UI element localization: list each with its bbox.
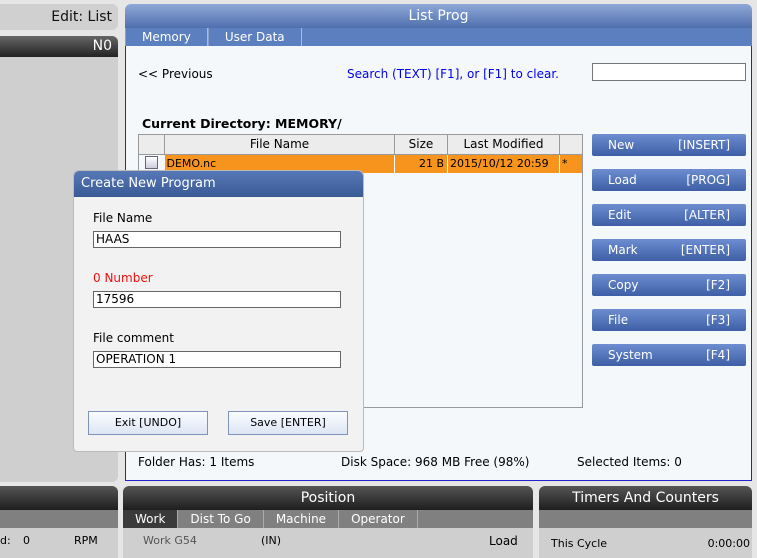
- save-button[interactable]: Save [ENTER]: [228, 411, 348, 435]
- spindle-label: d:: [0, 534, 11, 547]
- button-key: [ENTER]: [680, 243, 730, 257]
- spindle-unit: RPM: [74, 534, 98, 547]
- search-hint: Search (TEXT) [F1], or [F1] to clear.: [347, 67, 559, 81]
- row-size: 21 B: [394, 154, 448, 173]
- header-file-name[interactable]: File Name: [164, 135, 395, 155]
- panel-title: List Prog: [125, 4, 752, 28]
- disk-space: Disk Space: 968 MB Free (98%): [341, 455, 530, 469]
- system-button[interactable]: System [F4]: [592, 344, 746, 366]
- mark-button[interactable]: Mark [ENTER]: [592, 239, 746, 261]
- unit-label: (IN): [261, 534, 282, 547]
- row-flag: *: [559, 154, 582, 173]
- load-label: Load: [489, 534, 518, 548]
- number-label: 0 Number: [93, 271, 153, 285]
- file-button[interactable]: File [F3]: [592, 309, 746, 331]
- mode-indicator: Edit: List: [0, 4, 118, 30]
- button-key: [ALTER]: [684, 208, 730, 222]
- tab-user-data[interactable]: User Data: [207, 28, 302, 46]
- button-label: File: [608, 313, 629, 327]
- timers-panel: Timers And Counters This Cycle 0:00:00: [539, 486, 752, 558]
- tab-dist-to-go[interactable]: Dist To Go: [178, 510, 264, 528]
- header-last-modified[interactable]: Last Modified: [447, 135, 560, 155]
- spindle-panel: d: 0 RPM: [0, 486, 118, 558]
- row-checkbox[interactable]: [145, 155, 159, 169]
- this-cycle-label: This Cycle: [551, 537, 608, 550]
- comment-label: File comment: [93, 331, 174, 345]
- this-cycle-value: 0:00:00: [707, 537, 750, 550]
- file-name-label: File Name: [93, 211, 153, 225]
- tab-work[interactable]: Work: [123, 510, 179, 528]
- table-header: File Name Size Last Modified: [139, 135, 582, 155]
- previous-link[interactable]: << Previous: [138, 67, 213, 81]
- position-title: Position: [123, 486, 533, 510]
- dialog-title: Create New Program: [74, 171, 363, 197]
- header-check: [139, 135, 165, 155]
- header-size[interactable]: Size: [394, 135, 448, 155]
- create-program-dialog: Create New Program File Name 0 Number Fi…: [73, 170, 364, 452]
- tab-machine[interactable]: Machine: [264, 510, 340, 528]
- search-input[interactable]: [592, 63, 746, 81]
- button-label: Mark: [608, 243, 638, 257]
- tab-memory[interactable]: Memory: [125, 28, 208, 46]
- file-name-input[interactable]: [93, 231, 341, 248]
- row-modified: 2015/10/12 20:59: [447, 154, 560, 173]
- load-button[interactable]: Load [PROG]: [592, 169, 746, 191]
- selected-count: Selected Items: 0: [577, 455, 682, 469]
- current-directory: Current Directory: MEMORY/: [142, 116, 342, 131]
- copy-button[interactable]: Copy [F2]: [592, 274, 746, 296]
- work-offset: Work G54: [143, 534, 197, 547]
- tab-operator[interactable]: Operator: [339, 510, 418, 528]
- header-flag: [559, 135, 582, 155]
- button-key: [F2]: [706, 278, 730, 292]
- button-label: Copy: [608, 278, 639, 292]
- program-number-bar: N0: [0, 36, 118, 57]
- number-input[interactable]: [93, 291, 341, 308]
- folder-count: Folder Has: 1 Items: [138, 455, 255, 469]
- comment-input[interactable]: [93, 351, 341, 368]
- spindle-value: 0: [23, 534, 30, 547]
- button-label: New: [608, 138, 635, 152]
- button-label: System: [608, 348, 653, 362]
- button-key: [PROG]: [686, 173, 730, 187]
- edit-button[interactable]: Edit [ALTER]: [592, 204, 746, 226]
- position-panel: Position Work Dist To Go Machine Operato…: [123, 486, 533, 558]
- timers-title: Timers And Counters: [539, 486, 752, 510]
- button-label: Edit: [608, 208, 632, 222]
- button-key: [F4]: [706, 348, 730, 362]
- button-label: Load: [608, 173, 637, 187]
- new-button[interactable]: New [INSERT]: [592, 134, 746, 156]
- tab-bar: Memory User Data: [125, 28, 752, 46]
- button-key: [F3]: [706, 313, 730, 327]
- button-key: [INSERT]: [678, 138, 730, 152]
- exit-button[interactable]: Exit [UNDO]: [88, 411, 208, 435]
